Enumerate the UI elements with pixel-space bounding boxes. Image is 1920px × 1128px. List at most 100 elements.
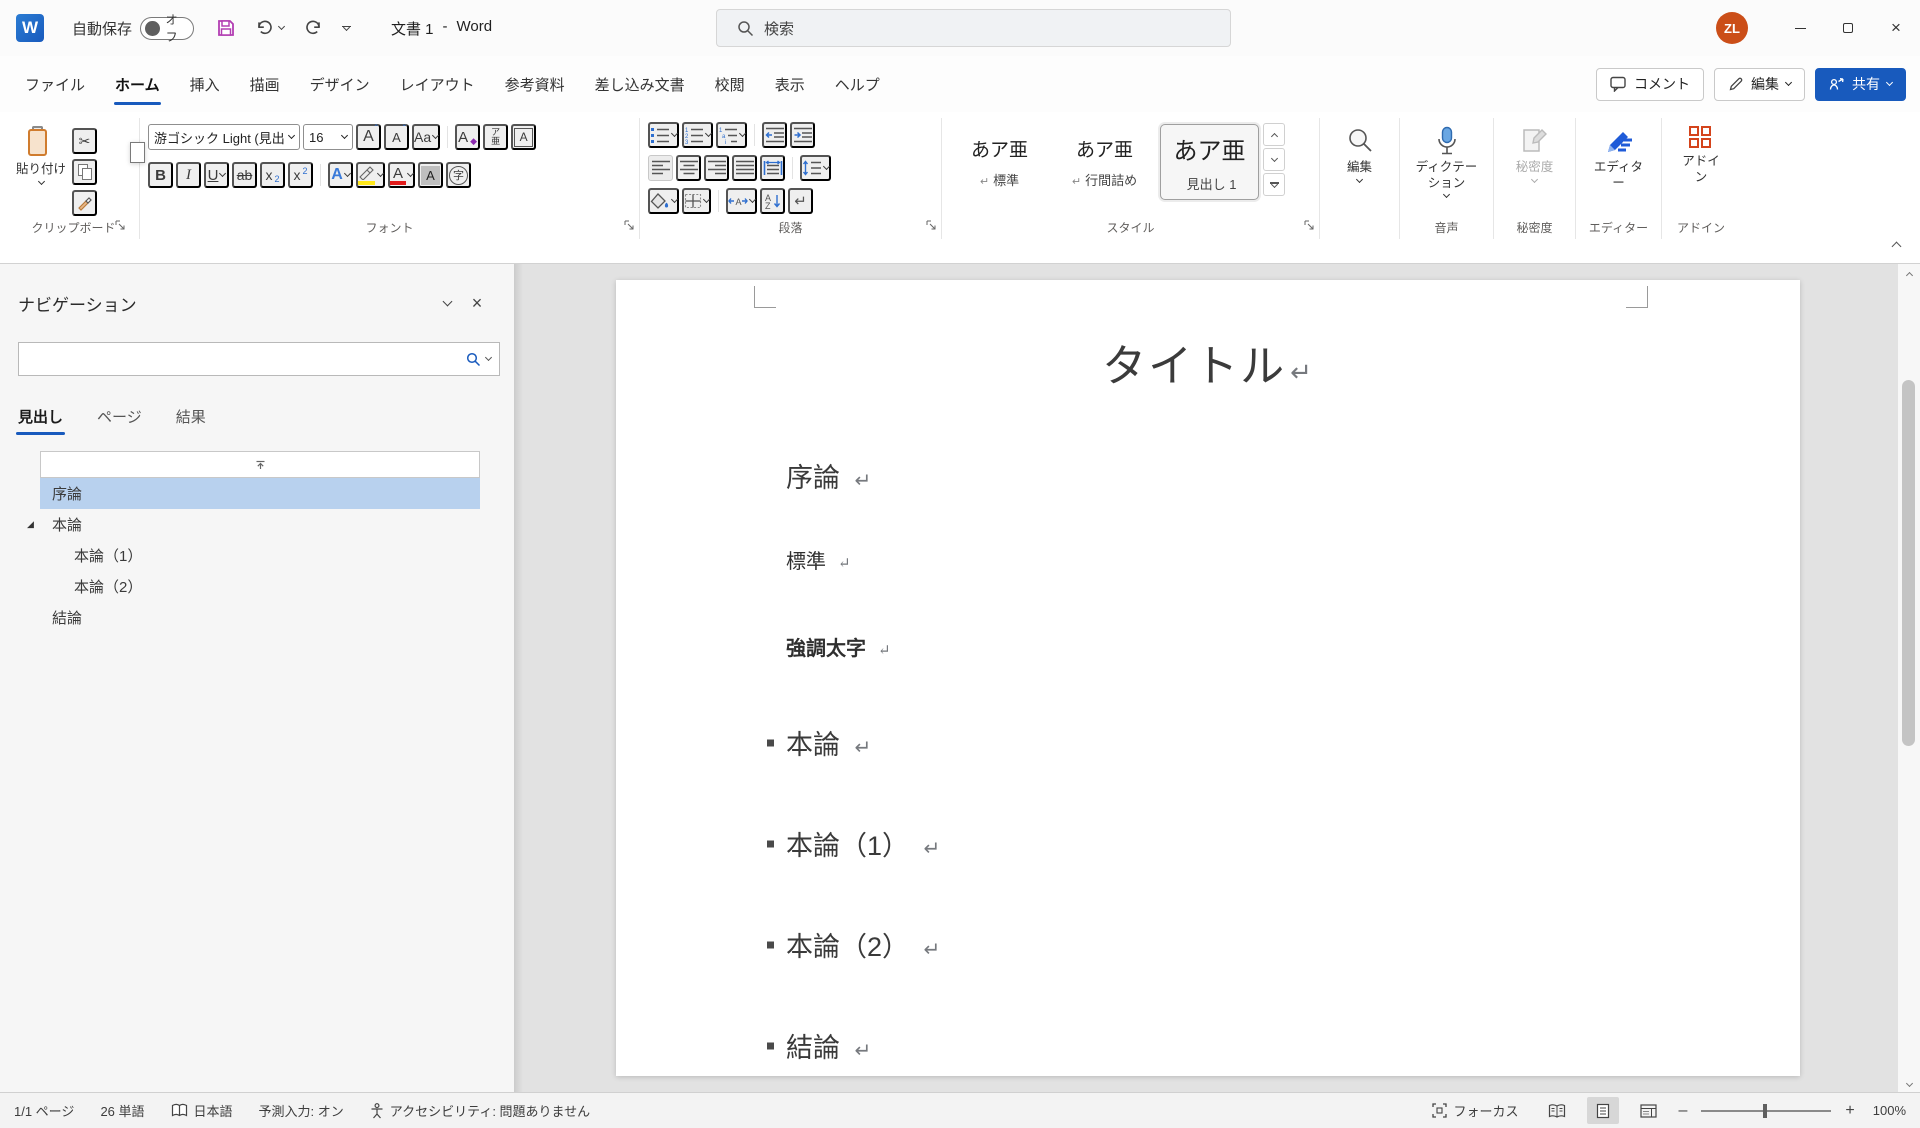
italic-button[interactable]: I	[176, 162, 201, 188]
scrollbar-thumb[interactable]	[1902, 380, 1915, 746]
strikethrough-button[interactable]: ab	[232, 162, 257, 188]
document-paragraph[interactable]: 強調太字 ↵	[786, 632, 1630, 661]
font-color-button[interactable]: A	[388, 162, 415, 188]
undo-dropdown-icon[interactable]	[278, 23, 285, 30]
navigation-heading-item[interactable]: ◢ 本論	[40, 509, 480, 540]
redo-button[interactable]	[302, 18, 324, 38]
sort-button[interactable]: AZ	[760, 188, 785, 214]
share-button[interactable]: 共有	[1815, 68, 1906, 101]
accessibility-status[interactable]: アクセシビリティ: 問題ありません	[370, 1101, 590, 1120]
multilevel-list-button[interactable]: 1ai	[716, 122, 747, 148]
subscript-button[interactable]: x2	[260, 162, 285, 188]
styles-more-button[interactable]	[1263, 173, 1285, 196]
navigation-close-button[interactable]: ×	[462, 290, 492, 316]
user-avatar[interactable]: ZL	[1716, 12, 1748, 44]
ribbon-tab[interactable]: 参考資料	[490, 56, 580, 112]
styles-dialog-launcher[interactable]	[1304, 217, 1314, 235]
document-paragraph[interactable]: 本論（1） ↵	[786, 824, 1630, 863]
document-title-paragraph[interactable]: タイトル↵	[786, 330, 1630, 394]
align-right-button[interactable]	[704, 155, 729, 181]
focus-mode-button[interactable]: フォーカス	[1432, 1101, 1518, 1120]
decrease-indent-button[interactable]	[762, 122, 787, 148]
numbered-list-button[interactable]: 123	[682, 122, 713, 148]
read-mode-button[interactable]	[1541, 1097, 1573, 1124]
style-card[interactable]: あア亜 見出し 1	[1160, 124, 1259, 200]
word-count[interactable]: 26 単語	[100, 1101, 144, 1120]
enclose-characters-button[interactable]: 字	[446, 162, 471, 188]
show-formatting-marks-button[interactable]: ↵	[788, 188, 813, 214]
navigation-tab[interactable]: 結果	[176, 406, 206, 439]
format-painter-button[interactable]	[72, 190, 97, 216]
ribbon-tab[interactable]: 表示	[760, 56, 820, 112]
search-options-icon[interactable]	[485, 354, 492, 361]
styles-scroll-up-button[interactable]	[1263, 123, 1285, 146]
jump-to-top-item[interactable]	[40, 451, 480, 478]
undo-button[interactable]	[254, 18, 284, 38]
cut-button[interactable]: ✂	[72, 128, 97, 154]
editing-menu-button[interactable]: 編集	[1345, 120, 1375, 239]
ribbon-tab[interactable]: 描画	[235, 56, 295, 112]
text-effects-button[interactable]: A	[328, 162, 353, 188]
grow-font-button[interactable]: Aˆ	[356, 124, 381, 150]
extended-formatting-button[interactable]: A	[726, 188, 757, 214]
scroll-down-icon[interactable]	[1898, 1084, 1920, 1086]
align-center-button[interactable]	[676, 155, 701, 181]
ribbon-tab[interactable]: 差し込み文書	[580, 56, 700, 112]
ribbon-tab[interactable]: 校閲	[700, 56, 760, 112]
close-button[interactable]: ×	[1872, 0, 1920, 56]
underline-button[interactable]: U	[204, 162, 229, 188]
increase-indent-button[interactable]	[790, 122, 815, 148]
justify-button[interactable]	[732, 155, 757, 181]
bullet-list-button[interactable]	[648, 122, 679, 148]
shading-button[interactable]	[648, 188, 679, 214]
page-indicator[interactable]: 1/1 ページ	[14, 1101, 74, 1120]
document-paragraph[interactable]: 本論（2） ↵	[786, 925, 1630, 964]
ribbon-tab[interactable]: レイアウト	[385, 56, 490, 112]
bold-button[interactable]: B	[148, 162, 173, 188]
print-layout-button[interactable]	[1587, 1097, 1619, 1124]
vertical-scrollbar[interactable]	[1898, 264, 1920, 1092]
distribute-button[interactable]	[760, 155, 785, 181]
proofing-status[interactable]: 日本語	[171, 1101, 233, 1120]
navigation-heading-item[interactable]: ◢ 序論	[40, 478, 480, 509]
customize-quick-access-button[interactable]	[342, 26, 351, 30]
change-case-button[interactable]: Aa	[412, 124, 440, 150]
character-shading-button[interactable]: A	[418, 162, 443, 188]
shrink-font-button[interactable]: Aˇ	[384, 124, 409, 150]
word-logo-icon[interactable]: W	[16, 14, 44, 42]
ime-prediction-status[interactable]: 予測入力: オン	[259, 1101, 344, 1120]
line-spacing-button[interactable]	[800, 155, 831, 181]
zoom-in-button[interactable]: +	[1845, 1102, 1854, 1120]
autosave-control[interactable]: 自動保存 オフ	[72, 17, 194, 40]
phonetic-guide-button[interactable]: ア亜	[483, 124, 508, 150]
navigation-heading-item[interactable]: ◢ 結論	[40, 602, 480, 633]
character-border-button[interactable]: A	[511, 124, 536, 150]
document-paragraph[interactable]: 標準 ↵	[786, 545, 1630, 574]
font-dialog-launcher[interactable]	[624, 217, 634, 235]
borders-button[interactable]	[682, 188, 711, 214]
save-button[interactable]	[216, 18, 236, 38]
font-size-combo[interactable]: 16	[303, 124, 353, 150]
clipboard-dialog-launcher[interactable]	[115, 217, 125, 235]
text-highlight-button[interactable]	[356, 162, 385, 188]
ribbon-tab[interactable]: ファイル	[10, 56, 100, 112]
zoom-percentage[interactable]: 100%	[1873, 1103, 1906, 1118]
scroll-up-icon[interactable]	[1898, 270, 1920, 278]
document-paragraph[interactable]: 結論 ↵	[786, 1026, 1630, 1065]
document-paragraph[interactable]: 序論 ↵	[786, 456, 1630, 495]
ribbon-tab[interactable]: 挿入	[175, 56, 235, 112]
navigation-heading-item[interactable]: ◢ 本論（1）	[40, 540, 480, 571]
ribbon-tab[interactable]: ヘルプ	[820, 56, 895, 112]
clear-formatting-button[interactable]: A◆	[455, 124, 480, 150]
paragraph-dialog-launcher[interactable]	[926, 217, 936, 235]
align-left-button[interactable]	[648, 155, 673, 181]
copy-button[interactable]	[72, 159, 97, 185]
styles-scroll-down-button[interactable]	[1263, 148, 1285, 171]
editing-mode-button[interactable]: 編集	[1714, 68, 1805, 101]
ribbon-tab[interactable]: デザイン	[295, 56, 385, 112]
navigation-tab[interactable]: ページ	[97, 406, 142, 439]
web-layout-button[interactable]	[1633, 1097, 1665, 1124]
style-card[interactable]: あア亜 ↵標準	[950, 124, 1049, 200]
collapse-ribbon-button[interactable]	[1893, 237, 1900, 255]
navigation-search-input[interactable]	[27, 351, 466, 367]
